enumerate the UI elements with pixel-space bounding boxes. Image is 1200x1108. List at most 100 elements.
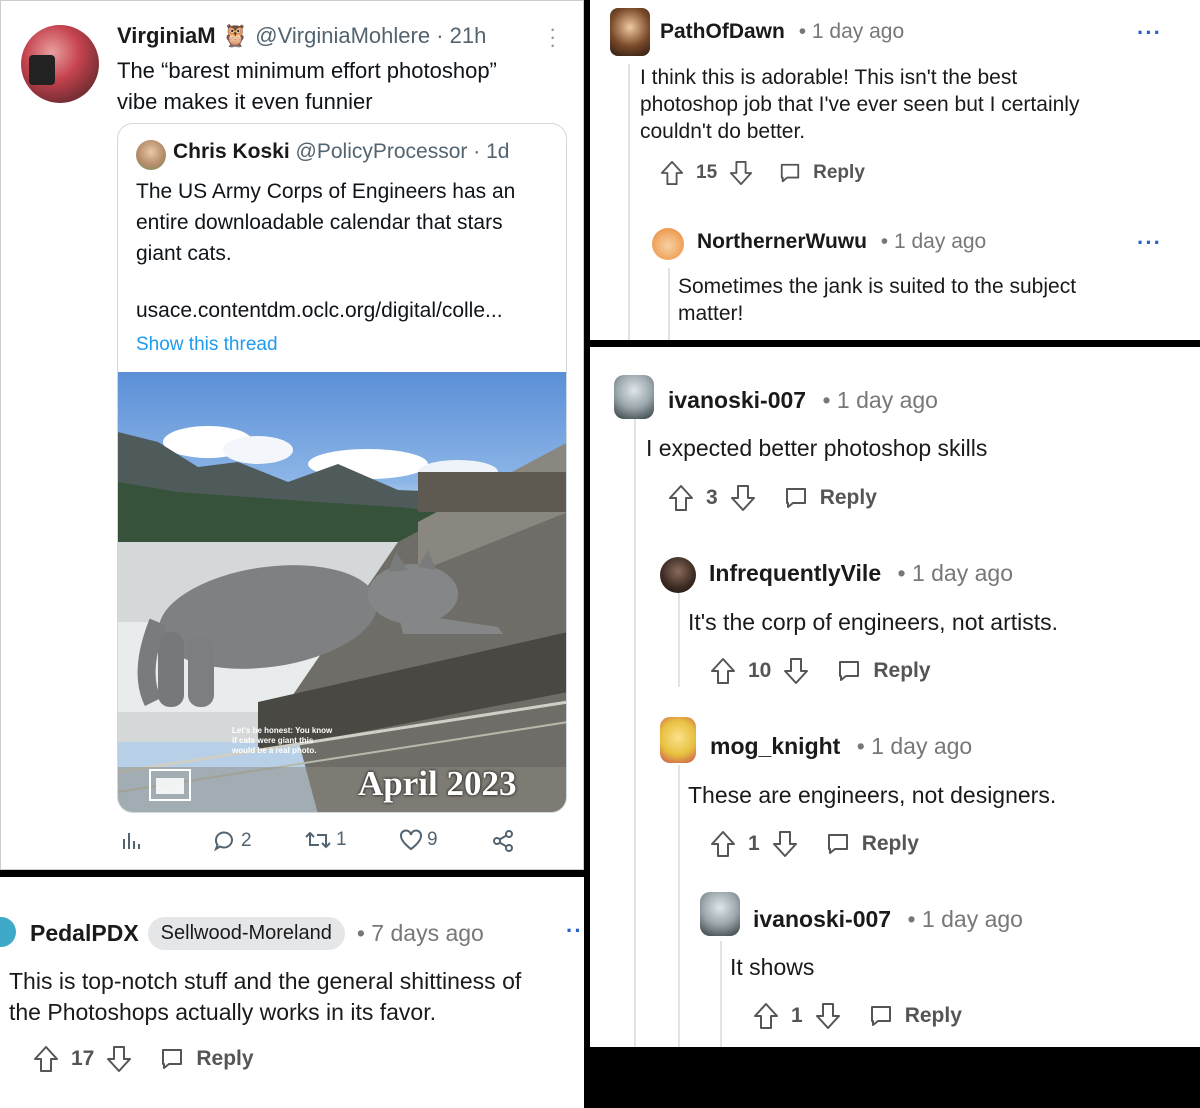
pathofdawn-text-line1: I think this is adorable! This isn't the…: [640, 66, 1018, 89]
ivanoski-reply-button[interactable]: Reply: [784, 486, 877, 510]
ivanoski-reply-avatar[interactable]: [700, 892, 740, 936]
upvote-icon[interactable]: [753, 1002, 779, 1030]
pathofdawn-username[interactable]: PathOfDawn: [660, 20, 785, 43]
infrequentlyvile-reply-button[interactable]: Reply: [837, 659, 931, 683]
infrequentlyvile-username[interactable]: InfrequentlyVile: [709, 560, 881, 586]
tweet-time[interactable]: · 21h: [436, 23, 486, 48]
show-thread-link[interactable]: Show this thread: [136, 334, 278, 356]
reply-label: Reply: [861, 832, 919, 855]
share-button[interactable]: [491, 829, 519, 853]
reply-label: Reply: [196, 1047, 254, 1070]
downvote-icon[interactable]: [106, 1045, 132, 1073]
comment-icon: [785, 488, 806, 508]
analytics-button[interactable]: [121, 829, 147, 851]
quote-tweet-card[interactable]: Chris Koski @PolicyProcessor · 1d The US…: [117, 123, 567, 813]
quote-image[interactable]: Let's be honest: You know if cats were g…: [118, 372, 566, 812]
upvote-icon[interactable]: [660, 160, 684, 186]
tweet-author-name[interactable]: VirginiaM: [117, 23, 216, 48]
thread-line: [678, 592, 680, 687]
more-dots-icon[interactable]: ···: [1137, 230, 1162, 256]
northernerwuwu-text-line1: Sometimes the jank is suited to the subj…: [678, 275, 1077, 298]
pedal-text-line1: This is top-notch stuff and the general …: [9, 968, 522, 994]
pedal-reply-button[interactable]: Reply: [160, 1047, 254, 1071]
quote-author-name: Chris Koski: [173, 140, 290, 163]
pedal-comment-panel: PedalPDX Sellwood-Moreland • 7 days ago …: [0, 877, 584, 1108]
reply-label: Reply: [813, 162, 865, 183]
retweet-icon: [305, 831, 331, 849]
mog-knight-username[interactable]: mog_knight: [710, 733, 840, 759]
downvote-icon[interactable]: [815, 1002, 841, 1030]
northernerwuwu-username[interactable]: NorthernerWuwu: [697, 230, 867, 253]
quote-text-line1: The US Army Corps of Engineers has an: [136, 180, 516, 203]
thread-line: [628, 64, 630, 340]
downvote-icon[interactable]: [730, 484, 756, 512]
pedal-avatar[interactable]: [0, 917, 16, 947]
chris-avatar: [136, 140, 166, 170]
upvote-icon[interactable]: [710, 657, 736, 685]
downvote-icon[interactable]: [783, 657, 809, 685]
ivanoski-vote-count: 3: [706, 486, 718, 509]
mog-knight-reply-button[interactable]: Reply: [826, 832, 919, 856]
thread-line: [720, 941, 722, 1047]
virginia-avatar[interactable]: [21, 25, 99, 103]
tweet-text-line2: vibe makes it even funnier: [117, 89, 373, 114]
retweet-button[interactable]: 1: [304, 829, 347, 851]
northernerwuwu-avatar[interactable]: [652, 228, 684, 260]
comment-icon: [827, 834, 848, 854]
pedal-username[interactable]: PedalPDX: [30, 920, 139, 947]
more-dots-icon[interactable]: ···: [566, 918, 584, 944]
comment-icon: [780, 163, 800, 183]
pedal-text-line2: the Photoshops actually works in its fav…: [9, 999, 436, 1025]
upvote-icon[interactable]: [710, 830, 736, 858]
pathofdawn-time: • 1 day ago: [798, 20, 905, 43]
quote-text-line3: giant cats.: [136, 242, 232, 265]
pathofdawn-vote-count: 15: [696, 162, 718, 183]
image-month: April 2023: [358, 764, 517, 803]
downvote-icon[interactable]: [772, 830, 798, 858]
infrequentlyvile-avatar[interactable]: [660, 557, 696, 593]
upvote-icon[interactable]: [33, 1045, 59, 1073]
upvote-icon[interactable]: [668, 484, 694, 512]
mog-knight-time: • 1 day ago: [856, 733, 973, 759]
reply-label: Reply: [873, 659, 931, 682]
ivanoski-text: I expected better photoshop skills: [646, 435, 988, 461]
like-button[interactable]: 9: [399, 829, 438, 851]
reply-label: Reply: [904, 1004, 962, 1027]
dam-photo: [118, 426, 566, 812]
comment-icon: [162, 1049, 183, 1069]
pathofdawn-text-line3: couldn't do better.: [640, 120, 806, 143]
reply-label: Reply: [819, 486, 877, 509]
downvote-icon[interactable]: [729, 160, 753, 186]
ivanoski-reply-reply-button[interactable]: Reply: [869, 1004, 962, 1028]
top-thread-panel: PathOfDawn • 1 day ago ··· I think this …: [590, 0, 1200, 340]
ivanoski-reply-vote-count: 1: [791, 1004, 803, 1027]
quote-author-handle: @PolicyProcessor: [295, 140, 468, 163]
comment-icon: [839, 661, 860, 681]
reply-button[interactable]: 2: [213, 829, 252, 853]
pedal-flair: Sellwood-Moreland: [147, 917, 345, 950]
more-dots-icon[interactable]: ···: [1137, 20, 1162, 46]
pathofdawn-text-line2: photoshop job that I've ever seen but I …: [640, 93, 1080, 116]
pathofdawn-reply-button[interactable]: Reply: [779, 162, 865, 184]
heart-icon: [400, 829, 422, 851]
pathofdawn-avatar[interactable]: [610, 8, 650, 56]
reply-count: 2: [241, 830, 252, 851]
reply-bubble-icon: [214, 831, 233, 852]
mog-knight-avatar[interactable]: [660, 717, 696, 763]
quote-link[interactable]: usace.contentdm.oclc.org/digital/colle..…: [136, 299, 503, 323]
image-caption-line3: would be a real photo.: [232, 746, 317, 755]
ivanoski-avatar[interactable]: [614, 375, 654, 419]
thread-line: [634, 419, 636, 1047]
infrequentlyvile-text: It's the corp of engineers, not artists.: [688, 609, 1059, 635]
pedal-time: • 7 days ago: [356, 920, 484, 946]
image-caption-line2: if cats were giant this: [232, 736, 314, 745]
comment-icon: [870, 1006, 891, 1026]
ivanoski-reply-time: • 1 day ago: [907, 906, 1023, 932]
tweet-text-line1: The “barest minimum effort photoshop”: [117, 58, 497, 83]
more-dots-icon[interactable]: ···: [549, 18, 556, 56]
tweet-author-handle[interactable]: @VirginiaMohlere: [255, 23, 430, 48]
ivanoski-reply-username[interactable]: ivanoski-007: [753, 906, 891, 932]
northernerwuwu-text-line2: matter!: [678, 302, 744, 325]
mog-knight-vote-count: 1: [748, 832, 760, 855]
ivanoski-username[interactable]: ivanoski-007: [668, 387, 806, 413]
